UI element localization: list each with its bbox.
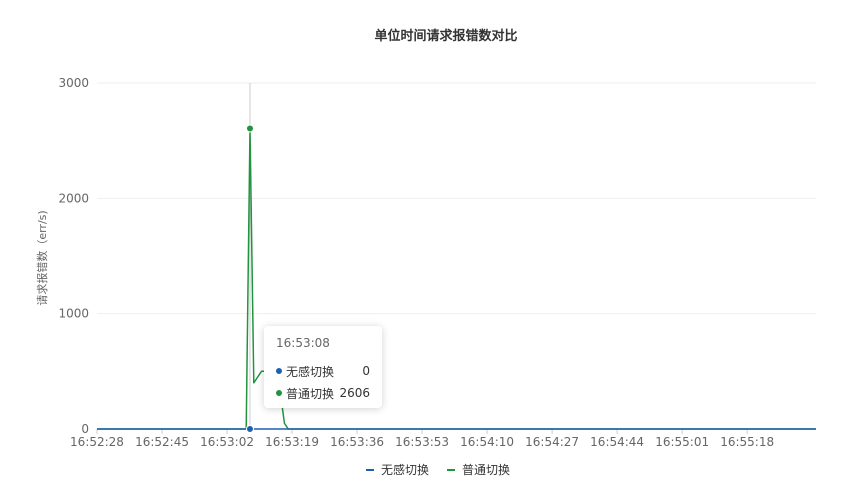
tooltip-row: 普通切换 2606 — [276, 382, 370, 404]
tooltip: 16:53:08 无感切换 0 普通切换 2606 — [264, 326, 382, 408]
x-tick-label: 16:52:45 — [135, 435, 189, 449]
tooltip-series-name: 普通切换 — [286, 386, 335, 401]
x-tick-label: 16:53:19 — [265, 435, 319, 449]
series-point-1 — [245, 124, 254, 133]
x-tick-label: 16:54:44 — [590, 435, 644, 449]
x-tick-label: 16:55:01 — [655, 435, 709, 449]
x-tick-label: 16:55:18 — [720, 435, 774, 449]
tooltip-dot-1 — [276, 390, 282, 396]
tooltip-row: 无感切换 0 — [276, 360, 370, 382]
x-tick-label: 16:53:02 — [200, 435, 254, 449]
x-tick-label: 16:52:28 — [70, 435, 124, 449]
tooltip-series-name: 无感切换 — [286, 364, 335, 379]
y-tick-label: 2000 — [58, 191, 89, 205]
x-tick-label: 16:54:10 — [460, 435, 514, 449]
y-axis-label: 请求报错数（err/s) — [35, 210, 49, 305]
series-line-1 — [97, 127, 816, 430]
tooltip-dot-0 — [276, 368, 282, 374]
legend-label: 普通切换 — [462, 463, 510, 477]
legend-label: 无感切换 — [381, 462, 429, 477]
tooltip-series-value: 2606 — [339, 386, 370, 400]
chart-title: 单位时间请求报错数对比 — [374, 28, 517, 44]
x-tick-label: 16:53:36 — [330, 435, 384, 449]
y-tick-label: 1000 — [58, 307, 89, 321]
line-chart: 单位时间请求报错数对比 请求报错数（err/s) 0 1000 2000 3000 16… — [35, 28, 816, 477]
x-tick-label: 16:53:53 — [395, 435, 449, 449]
tooltip-series-value: 0 — [362, 364, 370, 378]
y-tick-label: 0 — [81, 422, 89, 436]
tooltip-time: 16:53:08 — [276, 336, 330, 350]
series-point-0 — [245, 425, 254, 433]
x-tick-label: 16:54:27 — [525, 435, 579, 449]
y-tick-label: 3000 — [58, 76, 89, 90]
